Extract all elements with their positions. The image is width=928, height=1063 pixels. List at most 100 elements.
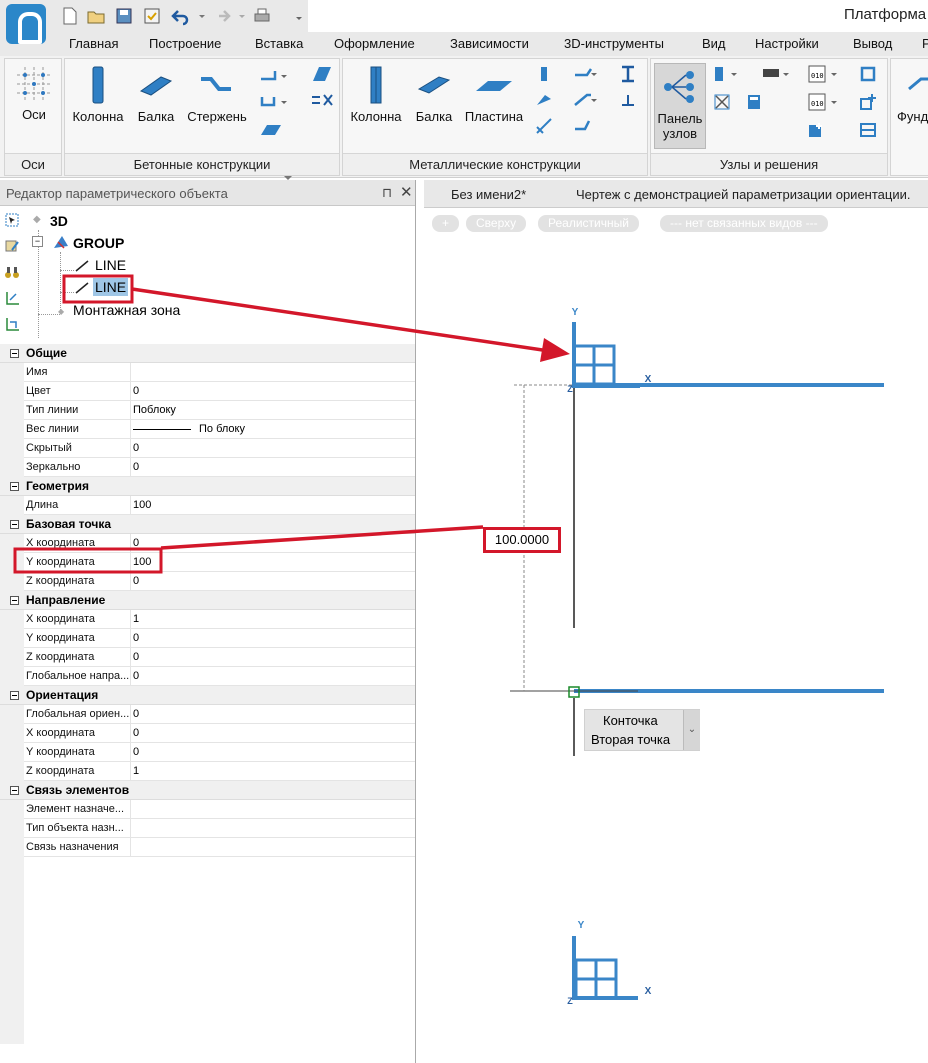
foundation-button[interactable]: Фунд [893,65,928,124]
layers-icon[interactable] [859,121,877,139]
category-collapse-icon[interactable] [10,349,19,358]
concrete-column-button[interactable]: Колонна [67,65,129,124]
rebar-shape-2-icon[interactable] [259,93,289,111]
redo-icon[interactable] [212,6,232,26]
redo-dropdown-icon[interactable] [238,6,246,26]
wall-icon[interactable] [309,65,335,83]
save-all-icon[interactable] [142,6,162,26]
i-beam-icon[interactable] [619,65,637,83]
property-row[interactable]: Z координата 0 [24,572,415,591]
customize-quick-access-icon[interactable] [294,6,304,26]
property-row[interactable]: Глобальное напра... 0 [24,667,415,686]
category-geometry[interactable]: Геометрия [0,477,415,496]
category-collapse-icon[interactable] [10,691,19,700]
edit-properties-icon[interactable] [4,238,20,254]
metal-tool-2-icon[interactable] [535,91,553,109]
tab-view[interactable]: Вид [702,36,726,51]
dimension-value-input[interactable]: 100.0000 [483,527,561,553]
undo-dropdown-icon[interactable] [198,6,206,26]
save-icon[interactable] [114,6,134,26]
add-element-icon[interactable] [807,121,825,139]
frame-icon[interactable] [859,65,877,83]
category-element-links[interactable]: Связь элементов [0,781,415,800]
app-logo-icon[interactable] [6,4,46,44]
document-tab-unnamed[interactable]: Без имени2* [451,187,526,202]
metal-tool-6-icon[interactable] [573,117,591,135]
tab-constraints[interactable]: Зависимости [450,36,529,51]
tab-output[interactable]: Вывод [853,36,892,51]
close-icon[interactable]: ✕ [400,183,413,201]
property-row-line-weight[interactable]: Вес линии По блоку [24,420,415,439]
metal-tool-5-icon[interactable] [573,91,597,109]
property-row[interactable]: Тип объекта назн... [24,819,415,838]
metal-tool-1-icon[interactable] [535,65,553,83]
tree-node-mounting-zone[interactable]: Монтажная зона [73,302,180,318]
axis-tool-2-icon[interactable] [4,316,20,332]
property-row[interactable]: Имя [24,363,415,382]
node-panel-button[interactable]: Панель узлов [654,63,706,149]
snap-tooltip-dropdown-icon[interactable]: ⌄ [683,710,700,750]
concrete-rod-button[interactable]: Стержень [183,65,251,124]
metal-tool-4-icon[interactable] [573,65,597,83]
viewport-add-button[interactable]: + [432,215,460,232]
category-orientation[interactable]: Ориентация [0,686,415,705]
category-collapse-icon[interactable] [10,786,19,795]
property-row[interactable]: Зеркально 0 [24,458,415,477]
binoculars-icon[interactable] [4,264,20,280]
property-row[interactable]: Тип линии Поблоку [24,401,415,420]
tab-settings[interactable]: Настройки [755,36,819,51]
property-row[interactable]: Z координата 1 [24,762,415,781]
binary-doc-2-icon[interactable]: 010 [807,93,839,111]
category-general[interactable]: Общие [0,344,415,363]
metal-tool-3-icon[interactable] [535,117,553,135]
tree-node-group[interactable]: GROUP [73,235,124,251]
print-icon[interactable] [252,6,272,26]
category-base-point[interactable]: Базовая точка [0,515,415,534]
document-tab-drawing[interactable]: Чертеж с демонстрацией параметризации ор… [576,187,910,202]
property-row[interactable]: Z координата 0 [24,648,415,667]
tree-node-line-2-selected[interactable]: LINE [93,278,129,296]
tab-design[interactable]: Оформление [334,36,415,51]
align-tool-icon[interactable] [309,91,335,109]
tree-collapse-toggle-icon[interactable]: − [32,236,43,247]
property-row[interactable]: X координата 0 [24,534,415,553]
node-tool-2-icon[interactable] [713,93,731,111]
property-row[interactable]: Цвет 0 [24,382,415,401]
binary-doc-icon[interactable]: 010 [807,65,839,83]
view-direction-top-button[interactable]: Сверху [466,215,527,232]
tree-node-line-1[interactable]: LINE [95,257,126,273]
profile-icon[interactable] [619,91,637,109]
category-collapse-icon[interactable] [10,482,19,491]
linked-views-dropdown[interactable]: --- нет связанных видов --- [660,215,828,232]
tab-construction[interactable]: Построение [149,36,221,51]
axis-tool-1-icon[interactable] [4,290,20,306]
pin-icon[interactable]: ⊓ [382,185,392,201]
calculator-icon[interactable] [745,93,763,111]
metal-column-button[interactable]: Колонна [345,65,407,124]
property-row[interactable]: Глобальная ориен... 0 [24,705,415,724]
visual-style-realistic-button[interactable]: Реалистичный [538,215,639,232]
property-row[interactable]: Связь назначения [24,838,415,857]
rebar-shape-1-icon[interactable] [259,67,289,85]
node-tool-1-icon[interactable] [713,65,739,83]
tree-node-3d[interactable]: 3D [50,213,68,229]
category-collapse-icon[interactable] [10,520,19,529]
property-row[interactable]: X координата 0 [24,724,415,743]
snap-tooltip[interactable]: Конточка Вторая точка ⌄ [584,709,700,751]
property-row[interactable]: Y координата 0 [24,743,415,762]
concrete-beam-button[interactable]: Балка [133,65,179,124]
new-file-icon[interactable] [60,6,80,26]
property-row[interactable]: X координата 1 [24,610,415,629]
select-object-icon[interactable] [4,212,20,228]
property-row[interactable]: Y координата 0 [24,629,415,648]
property-row[interactable]: Элемент назначе... [24,800,415,819]
node-tool-3-icon[interactable] [761,65,791,83]
tab-home[interactable]: Главная [69,36,118,51]
tab-3d-tools[interactable]: 3D-инструменты [564,36,664,51]
slab-icon[interactable] [259,121,283,139]
undo-icon[interactable] [170,6,190,26]
category-collapse-icon[interactable] [10,596,19,605]
tab-more[interactable]: Р [922,36,928,51]
property-row-length[interactable]: Длина 100 [24,496,415,515]
add-node-icon[interactable] [859,93,877,111]
